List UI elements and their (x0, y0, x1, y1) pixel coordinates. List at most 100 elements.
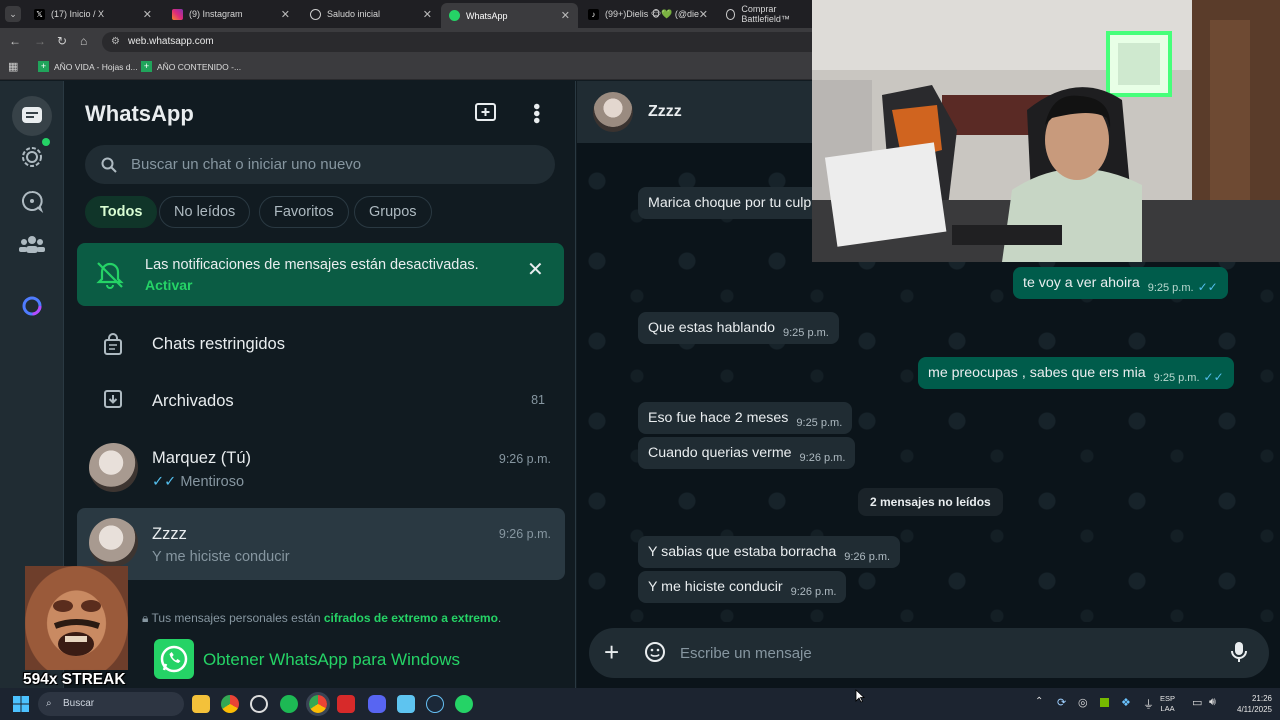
message-text: Que estas hablando (648, 320, 775, 336)
message-text: Marica choque por tu culp (648, 195, 812, 211)
message-out[interactable]: me preocupas , sabes que ers mia 9:25 p.m… (918, 357, 1234, 389)
new-chat-icon[interactable] (474, 102, 498, 129)
search-icon (101, 145, 117, 184)
restricted-chats-row[interactable]: Chats restringidos (77, 321, 565, 367)
chat-row-zzzz[interactable]: Zzzz 9:26 p.m. Y me hiciste conducir (77, 508, 565, 580)
site-info-icon[interactable]: ⚙ (111, 32, 120, 52)
chrome-active-icon[interactable] (306, 692, 330, 716)
chat-preview: ✓✓ Mentiroso (152, 474, 244, 490)
chatgpt-app-icon[interactable] (250, 695, 268, 713)
activate-link[interactable]: Activar (145, 277, 192, 293)
file-explorer-icon[interactable] (192, 695, 210, 713)
avatar[interactable] (593, 92, 633, 132)
tray-mic-icon[interactable]: ⏚ (1143, 696, 1154, 712)
message-in[interactable]: Marica choque por tu culp (638, 187, 822, 219)
tray-display-icon[interactable]: ▭ (1192, 696, 1202, 709)
archived-row[interactable]: Archivados 81 (77, 377, 565, 423)
microphone-icon[interactable] (1231, 641, 1247, 668)
filter-grupos[interactable]: Grupos (354, 196, 432, 228)
chrome-icon[interactable] (221, 695, 239, 713)
message-text: Y sabias que estaba borracha (648, 544, 837, 560)
steam-icon[interactable] (426, 695, 444, 713)
clock-date: 4/11/2025 (1237, 705, 1272, 714)
apps-grid-icon[interactable]: ▦ (8, 60, 18, 73)
tab-label: (99+)Dielis 🐵💚 (@die (605, 8, 700, 19)
message-input[interactable]: + Escribe un mensaje (589, 628, 1269, 678)
tray-nvidia-icon[interactable] (1100, 698, 1109, 707)
tab-label: Saludo inicial (327, 9, 381, 19)
tray-sync-icon[interactable]: ⟳ (1057, 696, 1066, 709)
encryption-link[interactable]: cifrados de extremo a extremo (324, 611, 498, 625)
tab-label: WhatsApp (466, 10, 508, 21)
tray-app-icon[interactable]: ◎ (1078, 696, 1088, 709)
tab-label: Comprar Battlefield™ (741, 4, 790, 24)
close-icon[interactable]: ✕ (699, 8, 708, 21)
chat-row-marquez[interactable]: Marquez (Tú) 9:26 p.m. ✓✓ Mentiroso (77, 437, 565, 507)
tray-network-icon[interactable]: ❖ (1121, 696, 1131, 709)
bookmark-ano-contenido[interactable]: + AÑO CONTENIDO -... (141, 61, 241, 72)
filter-todos[interactable]: Todos (85, 196, 158, 228)
contact-name[interactable]: Zzzz (648, 103, 682, 121)
double-check-icon: ✓✓ (1203, 370, 1224, 384)
tab-search-button[interactable]: ⌄ (5, 6, 21, 22)
home-icon[interactable]: ⌂ (80, 34, 87, 48)
tab-battlefield[interactable]: Comprar Battlefield™ (718, 3, 812, 25)
message-in[interactable]: Eso fue hace 2 meses 9:25 p.m. (638, 402, 853, 434)
message-in[interactable]: Y sabias que estaba borracha 9:26 p.m. (638, 536, 901, 568)
attach-plus-icon[interactable]: + (604, 637, 619, 667)
reload-icon[interactable]: ↻ (57, 34, 67, 48)
close-icon[interactable]: ✕ (143, 8, 152, 21)
get-windows-link[interactable]: Obtener WhatsApp para Windows (203, 650, 460, 670)
windows-start-icon[interactable] (13, 696, 29, 717)
avatar (89, 443, 138, 492)
status-unread-dot (42, 138, 50, 146)
message-out[interactable]: te voy a ver ahoira 9:25 p.m. ✓✓ (1013, 267, 1228, 299)
close-icon[interactable]: ✕ (561, 9, 570, 22)
menu-icon[interactable]: ••• (525, 103, 547, 124)
filter-no-leidos[interactable]: No leídos (159, 196, 251, 228)
close-icon[interactable]: ✕ (281, 8, 290, 21)
taskbar-search[interactable]: ⌕ Buscar (38, 692, 184, 716)
communities-icon[interactable] (16, 228, 48, 260)
tray-chevron-icon[interactable]: ⌃ (1035, 696, 1043, 707)
whatsapp-windows-icon[interactable] (154, 639, 194, 679)
channels-icon[interactable] (16, 185, 48, 217)
message-time: 9:25 p.m. (1153, 372, 1200, 384)
double-check-icon: ✓✓ (152, 474, 177, 490)
tab-instagram[interactable]: (9) Instagram ✕ (164, 3, 298, 25)
tab-tiktok[interactable]: ♪ (99+)Dielis 🐵💚 (@die ✕ (580, 3, 716, 25)
forward-arrow-icon[interactable]: → (34, 34, 46, 48)
discord-icon[interactable] (368, 695, 386, 713)
instagram-icon (172, 8, 183, 20)
tab-whatsapp[interactable]: WhatsApp ✕ (441, 3, 578, 28)
tab-x[interactable]: 𝕏 (17) Inicio / X ✕ (26, 3, 160, 25)
close-icon[interactable]: ✕ (423, 8, 432, 21)
spotify-icon[interactable] (280, 695, 298, 713)
message-time: 9:26 p.m. (799, 452, 846, 464)
whatsapp-app-icon[interactable] (455, 695, 473, 713)
sticker-icon[interactable] (644, 641, 666, 668)
close-icon[interactable]: ✕ (527, 257, 544, 282)
tray-volume-icon[interactable]: 🔊︎ (1209, 696, 1216, 709)
message-text: Cuando querias verme (648, 445, 792, 461)
chats-icon[interactable] (12, 96, 52, 136)
back-arrow-icon[interactable]: ← (9, 34, 21, 48)
meta-ai-icon[interactable] (16, 290, 48, 322)
encryption-notice: 🔒︎ Tus mensajes personales están cifrado… (142, 611, 501, 626)
message-in[interactable]: Cuando querias verme 9:26 p.m. (638, 437, 856, 469)
message-text: te voy a ver ahoira (1023, 275, 1140, 291)
encryption-prefix: Tus mensajes personales están (151, 611, 321, 625)
bookmark-ano-vida[interactable]: + AÑO VIDA - Hojas d... (38, 61, 138, 72)
filter-favoritos[interactable]: Favoritos (259, 196, 349, 228)
notepad-icon[interactable] (397, 695, 415, 713)
language-indicator[interactable]: ESP LAA (1160, 694, 1175, 714)
bookmark-label: AÑO VIDA - Hojas d... (54, 61, 138, 72)
search-input[interactable]: Buscar un chat o iniciar uno nuevo (85, 145, 555, 184)
message-in[interactable]: Y me hiciste conducir 9:26 p.m. (638, 571, 847, 603)
tab-chatgpt[interactable]: Saludo inicial ✕ (302, 3, 440, 25)
message-in[interactable]: Que estas hablando 9:25 p.m. (638, 312, 839, 344)
red-app-icon[interactable] (337, 695, 355, 713)
message-time: 9:26 p.m. (790, 586, 837, 598)
taskbar-clock[interactable]: 21:26 4/11/2025 (1228, 693, 1272, 715)
status-icon[interactable] (16, 138, 50, 173)
